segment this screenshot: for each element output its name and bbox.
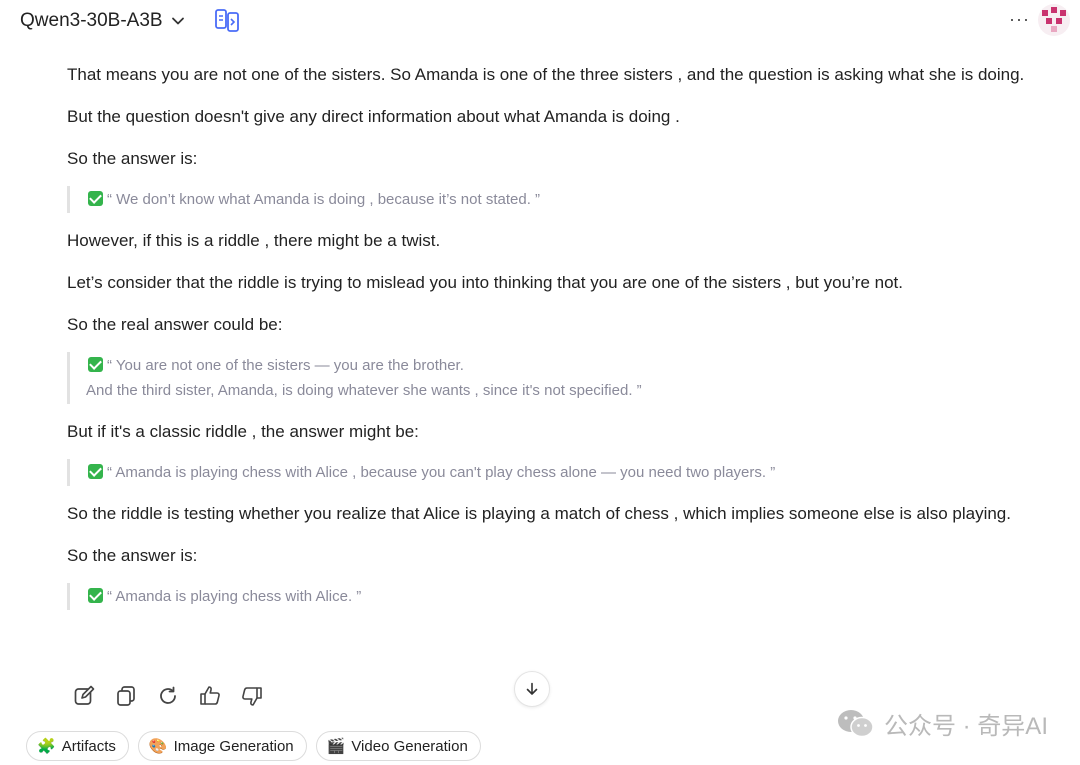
artifacts-chip[interactable]: 🧩 Artifacts: [26, 731, 129, 761]
quote-text: And the third sister, Amanda, is doing w…: [86, 382, 642, 399]
quote-text: “ Amanda is playing chess with Alice , b…: [107, 464, 776, 481]
message-paragraph: So the riddle is testing whether you rea…: [67, 504, 1011, 523]
chip-label: Image Generation: [173, 737, 294, 755]
check-mark-icon: [88, 191, 103, 206]
edit-icon[interactable]: [72, 684, 96, 708]
message-paragraph: So the answer is:: [67, 546, 198, 565]
assistant-message: That means you are not one of the sister…: [67, 60, 1027, 623]
message-paragraph: So the answer is:: [67, 149, 198, 168]
quote-text: “ Amanda is playing chess with Alice. ”: [107, 588, 362, 605]
avatar[interactable]: [1038, 4, 1070, 36]
regenerate-icon[interactable]: [156, 684, 180, 708]
palette-icon: 🎨: [148, 738, 168, 755]
check-mark-icon: [88, 464, 103, 479]
more-options-icon[interactable]: ···: [1009, 9, 1030, 30]
watermark-text: 公众号 · 奇异AI: [883, 713, 1048, 740]
avatar-pattern-icon: [1042, 7, 1066, 32]
watermark: 公众号 · 奇异AI: [836, 706, 1048, 741]
message-paragraph: But the question doesn't give any direct…: [67, 107, 680, 126]
arrow-down-icon: [526, 682, 538, 695]
model-selector[interactable]: Qwen3-30B-A3B: [20, 8, 185, 34]
thumbs-up-icon[interactable]: [198, 684, 222, 708]
blockquote: “ You are not one of the sisters — you a…: [67, 352, 1027, 404]
top-bar: Qwen3-30B-A3B ···: [0, 0, 1080, 42]
clapperboard-icon: 🎬: [326, 738, 346, 755]
message-paragraph: However, if this is a riddle , there mig…: [67, 231, 441, 250]
message-paragraph: Let’s consider that the riddle is trying…: [67, 273, 903, 292]
chip-label: Artifacts: [61, 737, 116, 755]
quote-text: “ You are not one of the sisters — you a…: [107, 357, 464, 374]
thumbs-down-icon[interactable]: [240, 684, 264, 708]
blockquote: “ Amanda is playing chess with Alice , b…: [67, 459, 1027, 486]
quote-text: “ We don’t know what Amanda is doing , b…: [107, 191, 541, 208]
video-generation-chip[interactable]: 🎬 Video Generation: [315, 731, 481, 761]
blockquote: “ We don’t know what Amanda is doing , b…: [67, 186, 1027, 213]
message-actions: [72, 684, 264, 708]
copy-icon[interactable]: [114, 684, 138, 708]
message-paragraph: So the real answer could be:: [67, 315, 283, 334]
check-mark-icon: [88, 588, 103, 603]
compare-models-icon[interactable]: [214, 7, 240, 33]
puzzle-icon: 🧩: [37, 738, 56, 755]
message-paragraph: But if it's a classic riddle , the answe…: [67, 422, 419, 441]
feature-chips: 🧩 Artifacts 🎨 Image Generation 🎬 Video G…: [26, 731, 481, 761]
check-mark-icon: [88, 357, 103, 372]
message-paragraph: That means you are not one of the sister…: [67, 65, 1025, 84]
model-name: Qwen3-30B-A3B: [20, 10, 163, 31]
chip-label: Video Generation: [351, 737, 468, 755]
chevron-down-icon: [171, 17, 184, 25]
wechat-icon: [837, 709, 874, 737]
scroll-to-bottom-button[interactable]: [514, 671, 550, 707]
image-generation-chip[interactable]: 🎨 Image Generation: [137, 731, 307, 761]
blockquote: “ Amanda is playing chess with Alice. ”: [67, 583, 1027, 610]
